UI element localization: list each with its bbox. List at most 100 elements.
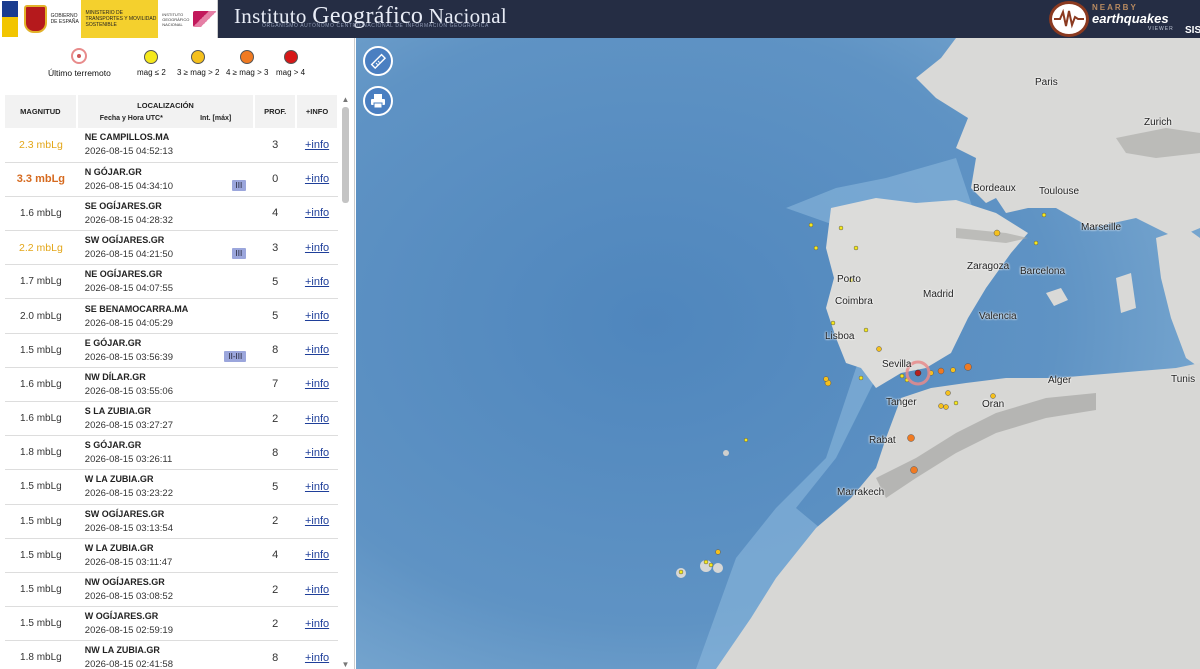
government-logo-block[interactable]: GOBIERNO DE ESPAÑA MINISTERIO DE TRANSPO… [0, 0, 218, 38]
quake-marker[interactable] [715, 549, 721, 555]
quake-marker[interactable] [678, 569, 684, 575]
intensity-badge: III [231, 248, 247, 260]
map-canvas [356, 38, 1200, 669]
depth-cell: 2 [272, 583, 279, 596]
info-cell: +info [296, 504, 338, 538]
table-row[interactable]: 1.5 mbLg NW OGÍJARES.GR 2026-08-15 03:08:5… [5, 572, 338, 607]
print-button[interactable] [363, 86, 393, 116]
header-location[interactable]: LOCALIZACIÓN Fecha y Hora UTC* Int. [máx… [76, 95, 256, 128]
map-view[interactable]: Paris Zurich Bordeaux Toulouse Marseille… [356, 38, 1200, 669]
info-link[interactable]: +info [305, 447, 329, 459]
depth-cell: 2 [272, 412, 279, 425]
legend-label-4: mag > 4 [276, 68, 306, 77]
city-label: Sevilla [882, 359, 912, 370]
quake-marker[interactable] [703, 559, 709, 565]
info-link[interactable]: +info [305, 618, 329, 630]
quake-marker[interactable] [823, 376, 829, 382]
table-scrollbar[interactable]: ▲ ▼ [341, 95, 350, 669]
table-row[interactable]: 1.5 mbLg SW OGÍJARES.GR 2026-08-15 03:13:5… [5, 504, 338, 539]
mag-dot-yellow-icon [144, 50, 159, 64]
location-cell: W LA ZUBIA.GR 2026-08-15 03:11:47 [77, 538, 254, 572]
brand-sis: SIS [1185, 25, 1200, 36]
city-label: Marseille [1081, 222, 1122, 233]
latest-earthquake-marker[interactable] [914, 369, 922, 377]
header-depth[interactable]: PROF. [254, 95, 298, 128]
quake-marker[interactable] [990, 393, 996, 399]
table-row[interactable]: 2.2 mbLg SW OGÍJARES.GR 2026-08-15 04:21:5… [5, 231, 338, 265]
quake-marker[interactable] [938, 403, 944, 409]
quake-marker[interactable] [876, 346, 882, 352]
info-link[interactable]: +info [305, 207, 329, 219]
table-row[interactable]: 1.7 mbLg NE OGÍJARES.GR 2026-08-15 04:07:5… [5, 265, 338, 299]
info-link[interactable]: +info [305, 344, 329, 356]
coat-of-arms-icon [24, 5, 47, 33]
location-cell: SE OGÍJARES.GR 2026-08-15 04:28:32 [77, 196, 254, 230]
info-cell: +info [296, 367, 338, 401]
quake-marker[interactable] [863, 327, 869, 333]
quake-marker[interactable] [993, 229, 1001, 237]
info-link[interactable]: +info [305, 276, 329, 288]
table-row[interactable]: 1.6 mbLg SE OGÍJARES.GR 2026-08-15 04:28:3… [5, 196, 338, 231]
quake-marker[interactable] [830, 320, 836, 326]
quake-marker[interactable] [964, 363, 972, 371]
scroll-down-arrow-icon[interactable]: ▼ [341, 660, 350, 669]
quake-marker[interactable] [708, 562, 714, 568]
city-label: Valencia [979, 311, 1017, 322]
quake-marker[interactable] [858, 375, 864, 381]
quake-marker[interactable] [907, 434, 915, 442]
info-link[interactable]: +info [305, 652, 329, 664]
quake-marker[interactable] [808, 222, 814, 228]
measure-button[interactable] [363, 46, 393, 76]
scroll-thumb[interactable] [342, 107, 349, 203]
quake-marker[interactable] [950, 367, 956, 373]
table-row[interactable]: 1.8 mbLg NW LA ZUBIA.GR 2026-08-15 02:41:5… [5, 641, 338, 669]
info-link[interactable]: +info [305, 413, 329, 425]
table-row[interactable]: 1.5 mbLg W LA ZUBIA.GR 2026-08-15 03:23:22… [5, 470, 338, 505]
table-row[interactable]: 2.0 mbLg SE BENAMOCARRA.MA 2026-08-15 04:0… [5, 299, 338, 334]
table-row[interactable]: 1.5 mbLg E GÓJAR.GR 2026-08-15 03:56:39 II-… [5, 333, 338, 368]
city-label: Alger [1048, 375, 1072, 386]
info-link[interactable]: +info [305, 515, 329, 527]
quake-marker[interactable] [1041, 212, 1047, 218]
earthquake-table-container[interactable]: MAGNITUD LOCALIZACIÓN Fecha y Hora UTC* … [5, 95, 339, 669]
header-magnitude[interactable]: MAGNITUD [5, 95, 78, 128]
quake-marker[interactable] [943, 404, 949, 410]
quake-marker[interactable] [953, 400, 959, 406]
info-link[interactable]: +info [305, 310, 329, 322]
seismograph-logo-icon[interactable] [1049, 1, 1089, 37]
info-link[interactable]: +info [305, 139, 329, 151]
quake-marker[interactable] [945, 390, 951, 396]
place-name: SE OGÍJARES.GR [84, 200, 162, 211]
site-subtitle: ORGANISMO AUTÓNOMO CENTRO NACIONAL DE IN… [262, 23, 489, 29]
table-row[interactable]: 1.5 mbLg W LA ZUBIA.GR 2026-08-15 03:11:47… [5, 538, 338, 573]
ministry-label: MINISTERIO DE TRANSPORTES Y MOVILIDAD SO… [81, 0, 159, 38]
info-link[interactable]: +info [305, 378, 329, 390]
table-row[interactable]: 1.8 mbLg S GÓJAR.GR 2026-08-15 03:26:11 8 +i… [5, 436, 338, 470]
depth-cell: 2 [272, 617, 279, 630]
info-link[interactable]: +info [305, 481, 329, 493]
table-row[interactable]: 3.3 mbLg N GÓJAR.GR 2026-08-15 04:34:10 III… [5, 162, 338, 197]
depth-cell: 7 [272, 378, 279, 391]
info-link[interactable]: +info [305, 173, 329, 185]
quake-marker[interactable] [1033, 240, 1039, 246]
quake-marker[interactable] [899, 373, 905, 379]
quake-marker[interactable] [910, 466, 918, 474]
nearby-earthquakes-brand[interactable]: NEARBY earthquakes VIEWER [1092, 3, 1174, 32]
table-row[interactable]: 1.5 mbLg W OGÍJARES.GR 2026-08-15 02:59:19… [5, 607, 338, 641]
info-link[interactable]: +info [305, 549, 329, 561]
info-link[interactable]: +info [305, 242, 329, 254]
magnitude-cell: 1.6 mbLg [20, 207, 62, 219]
brand-earthquakes: earthquakes [1092, 11, 1169, 26]
table-row[interactable]: 1.6 mbLg NW DÍLAR.GR 2026-08-15 03:55:06 7 +… [5, 367, 338, 402]
quake-marker[interactable] [838, 225, 844, 231]
table-row[interactable]: 2.3 mbLg NE CAMPILLOS.MA 2026-08-15 04:52:… [5, 128, 338, 163]
quake-marker[interactable] [937, 367, 945, 375]
info-cell: +info [296, 470, 338, 504]
city-label: Madrid [923, 289, 954, 300]
quake-marker[interactable] [743, 437, 749, 443]
table-row[interactable]: 1.6 mbLg S LA ZUBIA.GR 2026-08-15 03:27:27… [5, 402, 338, 436]
quake-marker[interactable] [853, 245, 859, 251]
quake-marker[interactable] [813, 245, 819, 251]
info-link[interactable]: +info [305, 584, 329, 596]
scroll-up-arrow-icon[interactable]: ▲ [341, 95, 350, 105]
